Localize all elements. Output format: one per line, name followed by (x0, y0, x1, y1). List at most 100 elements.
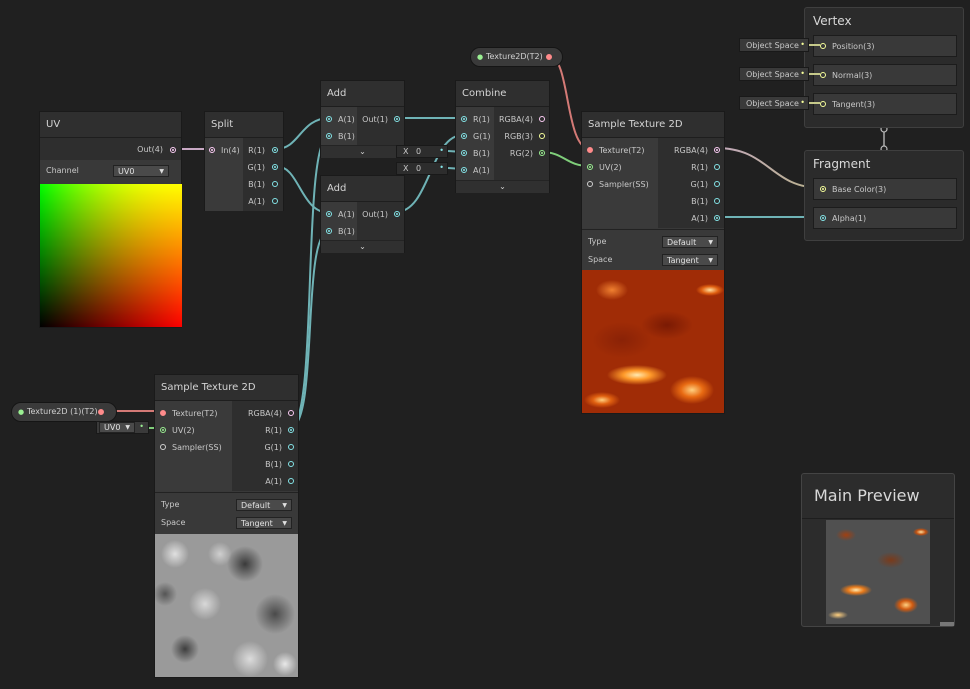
combine-rgb-port[interactable] (539, 133, 545, 139)
add2-out-label: Out(1) (362, 210, 388, 219)
alpha-port[interactable] (820, 215, 826, 221)
sample-bottom-g-port[interactable] (288, 444, 294, 450)
sample-top-r-port[interactable] (714, 164, 720, 170)
add1-a-port[interactable] (326, 116, 332, 122)
sample-bottom-b-port[interactable] (288, 461, 294, 467)
sample-bottom-uv-label: UV(2) (172, 426, 195, 435)
vertex-normal-slot[interactable]: Normal(3) (813, 64, 957, 86)
position-port[interactable] (820, 43, 826, 49)
sample-texture-top[interactable]: Sample Texture 2D Texture(T2) UV(2) Samp… (581, 111, 725, 414)
sample-bottom-r-label: R(1) (265, 426, 282, 435)
sample-top-sampler-port[interactable] (587, 181, 593, 187)
texture2d-property-top[interactable]: ● Texture2D(T2) (470, 47, 563, 67)
sample-bottom-type-dropdown[interactable]: Default ▼ (236, 499, 292, 511)
sample-top-tex-port[interactable] (587, 147, 593, 153)
sample-texture-bottom[interactable]: Sample Texture 2D Texture(T2) UV(2) Samp… (154, 374, 299, 678)
object-space-normal[interactable]: Object Space • (739, 67, 809, 81)
add1-title: Add (321, 81, 404, 107)
sample-top-b-port[interactable] (714, 198, 720, 204)
vertex-block[interactable]: Vertex Position(3) Normal(3) Tangent(3) (804, 7, 964, 128)
split-out-b: B(1) (248, 180, 265, 189)
combine-b-port[interactable] (461, 150, 467, 156)
vertex-title: Vertex (813, 14, 852, 28)
chevron-down-icon: ⌄ (499, 182, 506, 191)
add1-a-label: A(1) (338, 115, 355, 124)
fragment-title: Fragment (813, 157, 871, 171)
add1-b-port[interactable] (326, 133, 332, 139)
combine-b-field[interactable]: X 0 • (396, 145, 448, 158)
sample-bottom-sampler-port[interactable] (160, 444, 166, 450)
uv-inline-field[interactable]: UV0 ▼ • (96, 421, 149, 434)
fragment-block[interactable]: Fragment Base Color(3) Alpha(1) (804, 150, 964, 241)
combine-b-label: B(1) (473, 149, 490, 158)
add2-out-port[interactable] (394, 211, 400, 217)
fragment-alpha-slot[interactable]: Alpha(1) (813, 207, 957, 229)
combine-r-label: R(1) (473, 115, 490, 124)
sample-top-uv-port[interactable] (587, 164, 593, 170)
channel-dropdown[interactable]: UV0 ▼ (113, 165, 169, 177)
sample-top-title: Sample Texture 2D (582, 112, 724, 138)
combine-r-port[interactable] (461, 116, 467, 122)
chevron-down-icon: ⌄ (359, 242, 366, 251)
combine-g-label: G(1) (473, 132, 491, 141)
texture2d-property-left[interactable]: ● Texture2D (1)(T2) (11, 402, 117, 422)
sample-top-g-port[interactable] (714, 181, 720, 187)
sample-top-space-dropdown[interactable]: Tangent ▼ (662, 254, 718, 266)
combine-rg-port[interactable] (539, 150, 545, 156)
normal-port[interactable] (820, 72, 826, 78)
add1-out-port[interactable] (394, 116, 400, 122)
add-node-2[interactable]: Add A(1) B(1) Out(1) ⌄ (320, 175, 405, 253)
combine-rgba-label: RGBA(4) (498, 115, 533, 124)
tangent-port[interactable] (820, 101, 826, 107)
add1-expander[interactable]: ⌄ (321, 145, 404, 158)
sample-bottom-preview (155, 534, 298, 677)
fragment-basecolor-slot[interactable]: Base Color(3) (813, 178, 957, 200)
add1-b-label: B(1) (338, 132, 355, 141)
combine-a-port[interactable] (461, 167, 467, 173)
uv-inline-dropdown[interactable]: UV0 ▼ (99, 422, 135, 433)
vertex-tangent-slot[interactable]: Tangent(3) (813, 93, 957, 115)
sample-top-uv-label: UV(2) (599, 163, 622, 172)
vertex-position-slot[interactable]: Position(3) (813, 35, 957, 57)
sample-bottom-uv-port[interactable] (160, 427, 166, 433)
sample-bottom-r-port[interactable] (288, 427, 294, 433)
sample-bottom-space-dropdown[interactable]: Tangent ▼ (236, 517, 292, 529)
add2-expander[interactable]: ⌄ (321, 240, 404, 253)
split-a-port[interactable] (272, 198, 278, 204)
combine-rg-label: RG(2) (509, 149, 533, 158)
split-node[interactable]: Split In(4) R(1) G(1) B(1) A(1) (204, 111, 284, 211)
sample-top-type-label: Type (588, 237, 607, 246)
resize-handle[interactable] (940, 622, 954, 626)
uv-node[interactable]: UV Out(4) Channel UV0 ▼ (39, 111, 182, 328)
sample-top-rgba-port[interactable] (714, 147, 720, 153)
object-space-tangent[interactable]: Object Space • (739, 96, 809, 110)
split-g-port[interactable] (272, 164, 278, 170)
combine-node[interactable]: Combine R(1) G(1) B(1) A(1) RGBA(4) RGB(… (455, 80, 550, 193)
split-r-port[interactable] (272, 147, 278, 153)
uv-out-port[interactable] (170, 147, 176, 153)
main-preview-panel[interactable]: Main Preview (801, 473, 955, 627)
sample-top-a-port[interactable] (714, 215, 720, 221)
basecolor-port[interactable] (820, 186, 826, 192)
sample-bottom-sampler-label: Sampler(SS) (172, 443, 222, 452)
split-in-port[interactable] (209, 147, 215, 153)
chevron-down-icon: ▼ (125, 424, 130, 431)
combine-expander[interactable]: ⌄ (456, 180, 549, 193)
sample-bottom-tex-port[interactable] (160, 410, 166, 416)
tex-top-out-port[interactable] (546, 54, 552, 60)
sample-bottom-b-label: B(1) (265, 460, 282, 469)
combine-a-field[interactable]: X 0 • (396, 162, 448, 175)
object-space-position[interactable]: Object Space • (739, 38, 809, 52)
combine-rgba-port[interactable] (539, 116, 545, 122)
sample-bottom-a-port[interactable] (288, 478, 294, 484)
sample-bottom-rgba-port[interactable] (288, 410, 294, 416)
tex-left-out-port[interactable] (98, 409, 104, 415)
split-b-port[interactable] (272, 181, 278, 187)
add2-a-port[interactable] (326, 211, 332, 217)
add2-b-port[interactable] (326, 228, 332, 234)
sample-top-type-dropdown[interactable]: Default ▼ (662, 236, 718, 248)
uv-preview (40, 184, 182, 327)
add-node-1[interactable]: Add A(1) B(1) Out(1) ⌄ (320, 80, 405, 158)
chevron-down-icon: ▼ (708, 239, 713, 246)
combine-g-port[interactable] (461, 133, 467, 139)
